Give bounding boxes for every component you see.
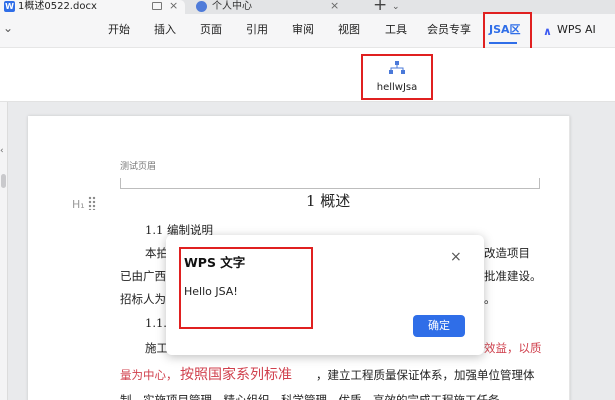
tab-insert[interactable]: 插入 bbox=[154, 23, 176, 37]
tab-tools[interactable]: 工具 bbox=[385, 23, 407, 37]
paragraph-line: 已由广西 bbox=[120, 269, 166, 283]
tab-member[interactable]: 会员专享 bbox=[427, 23, 471, 37]
paragraph-line: 改造项目 bbox=[484, 246, 530, 260]
wps-writer-icon: W bbox=[4, 1, 15, 12]
document-tab-title: 1概述0522.docx bbox=[18, 1, 97, 12]
chevron-down-icon[interactable]: ⌄ bbox=[392, 0, 400, 14]
paragraph-line: 制，实施项目管理，精心组织，科学管理，优质、高效的完成工程施工任务 bbox=[120, 393, 500, 400]
document-tab[interactable]: W 1概述0522.docx × bbox=[0, 0, 185, 14]
user-center-tab-title: 个人中心 bbox=[212, 1, 252, 12]
page-edge bbox=[569, 116, 570, 400]
user-icon bbox=[196, 1, 207, 12]
tab-page[interactable]: 页面 bbox=[200, 23, 222, 37]
rail-scroll-handle[interactable] bbox=[1, 174, 6, 188]
chevron-left-icon[interactable]: ‹ bbox=[0, 146, 4, 156]
paragraph-line: 施工 bbox=[145, 341, 168, 355]
header-corner-right bbox=[539, 178, 540, 188]
jsa-toolbar: hellwJsa bbox=[0, 48, 615, 102]
document-heading: 1 概述 bbox=[306, 192, 351, 210]
paragraph-line: 效益，以质 bbox=[484, 341, 542, 355]
screen-icon[interactable] bbox=[152, 2, 162, 10]
wps-ai-icon: ∧ bbox=[543, 25, 552, 38]
drag-handle-icon[interactable] bbox=[88, 196, 96, 210]
highlight-box-jsa-tab bbox=[483, 12, 532, 52]
header-divider bbox=[120, 188, 540, 189]
paragraph-line: ，建立工程质量保证体系，加强单位管理体 bbox=[316, 368, 535, 382]
ok-button[interactable]: 确定 bbox=[413, 315, 465, 337]
paragraph-line: 批准建设。 bbox=[484, 269, 542, 283]
network-icon bbox=[389, 61, 405, 74]
highlight-box-dialog bbox=[179, 247, 313, 329]
hellwjsa-button[interactable]: hellwJsa bbox=[361, 54, 433, 100]
left-rail: ‹ bbox=[0, 102, 8, 400]
new-tab-icon[interactable]: + bbox=[373, 0, 387, 14]
tab-view[interactable]: 视图 bbox=[338, 23, 360, 37]
tab-review[interactable]: 审阅 bbox=[292, 23, 314, 37]
close-tab-icon[interactable]: × bbox=[330, 0, 339, 13]
close-tab-icon[interactable]: × bbox=[169, 0, 178, 13]
paragraph-line: 。 bbox=[484, 292, 496, 306]
page-header: 测试页眉 bbox=[120, 162, 157, 172]
hellwjsa-button-label: hellwJsa bbox=[376, 82, 418, 93]
tab-references[interactable]: 引用 bbox=[246, 23, 268, 37]
header-corner-left bbox=[120, 178, 121, 188]
close-icon[interactable]: × bbox=[450, 249, 462, 265]
paragraph-line: 量为中心， bbox=[120, 368, 178, 382]
paragraph-line: 招标人为 bbox=[120, 292, 166, 306]
paragraph-line-emphasis: 按照国家系列标准 bbox=[180, 367, 292, 383]
paragraph-line: 1.1. bbox=[145, 316, 167, 330]
heading-level-marker: H₁ bbox=[72, 198, 85, 211]
tab-wps-ai[interactable]: WPS AI bbox=[557, 23, 596, 37]
paragraph-line: 本拍 bbox=[145, 246, 168, 260]
user-center-tab[interactable]: 个人中心 × bbox=[190, 0, 360, 14]
tab-home[interactable]: 开始 bbox=[108, 23, 130, 37]
chevron-down-icon[interactable]: ⌄ bbox=[3, 21, 13, 35]
